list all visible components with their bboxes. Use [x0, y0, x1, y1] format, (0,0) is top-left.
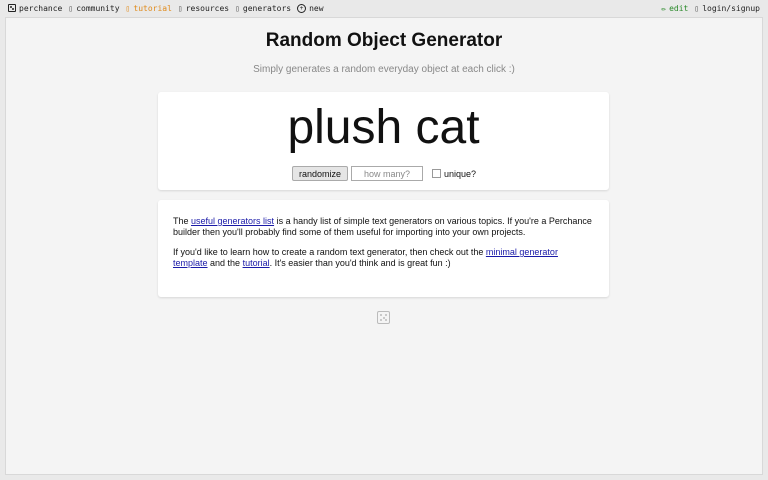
dice-pip	[380, 314, 382, 316]
page-subtitle: Simply generates a random everyday objec…	[253, 64, 515, 75]
result-text: plush cat	[287, 101, 480, 154]
list-icon: ▯	[235, 3, 240, 13]
nav-login[interactable]: ▯ login/signup	[694, 4, 760, 13]
box-icon: ▯	[177, 3, 183, 13]
info-p1-before: The	[173, 216, 192, 226]
footer-dice-icon[interactable]	[377, 311, 390, 324]
nav-new[interactable]: + new	[297, 3, 324, 13]
info-paragraph-1: The useful generators list is a handy li…	[173, 216, 593, 238]
tutorial-link[interactable]: tutorial	[243, 258, 270, 268]
generator-controls: randomize unique?	[0, 166, 768, 181]
nav-tutorial-label: tutorial	[133, 3, 172, 13]
chat-icon: ▯	[68, 3, 74, 13]
nav-new-label: new	[309, 3, 324, 13]
info-paragraph-2: If you'd like to learn how to create a r…	[173, 247, 593, 269]
nav-edit[interactable]: ✏ edit	[661, 4, 688, 13]
unique-toggle[interactable]: unique?	[431, 168, 477, 179]
nav-tutorial[interactable]: ▯ tutorial	[126, 4, 172, 13]
info-text: The useful generators list is a handy li…	[173, 216, 593, 278]
how-many-input[interactable]	[350, 166, 423, 181]
page-title: Random Object Generator	[265, 30, 503, 51]
nav-resources[interactable]: ▯ resources	[178, 4, 229, 13]
info-p2-mid: and the	[207, 258, 243, 268]
nav-generators-label: generators	[242, 3, 292, 13]
nav-perchance[interactable]: perchance	[8, 4, 62, 13]
nav-generators[interactable]: ▯ generators	[235, 4, 291, 13]
dice-pip	[380, 319, 382, 321]
dice-icon	[8, 4, 16, 12]
dice-pip	[385, 314, 387, 316]
dice-pip	[385, 319, 387, 321]
unique-label: unique?	[443, 168, 477, 179]
randomize-button[interactable]: randomize	[291, 166, 348, 181]
user-icon: ▯	[694, 3, 700, 13]
nav-community-label: community	[76, 3, 120, 13]
nav-community[interactable]: ▯ community	[68, 4, 119, 13]
nav-edit-label: edit	[669, 3, 689, 13]
top-nav: perchance ▯ community ▯ tutorial ▯ resou…	[0, 0, 768, 16]
book-icon: ▯	[125, 3, 131, 13]
nav-login-label: login/signup	[702, 3, 760, 13]
top-nav-left: perchance ▯ community ▯ tutorial ▯ resou…	[8, 3, 324, 13]
nav-resources-label: resources	[185, 3, 230, 13]
nav-perchance-label: perchance	[19, 3, 63, 13]
top-nav-right: ✏ edit ▯ login/signup	[661, 4, 760, 13]
pencil-icon: ✏	[661, 3, 667, 13]
info-p2-after: . It's easier than you'd think and is gr…	[269, 258, 451, 268]
info-p2-before: If you'd like to learn how to create a r…	[173, 247, 486, 257]
plus-circle-icon: +	[297, 3, 307, 13]
unique-checkbox[interactable]	[431, 169, 441, 178]
useful-generators-link[interactable]: useful generators list	[191, 216, 274, 226]
